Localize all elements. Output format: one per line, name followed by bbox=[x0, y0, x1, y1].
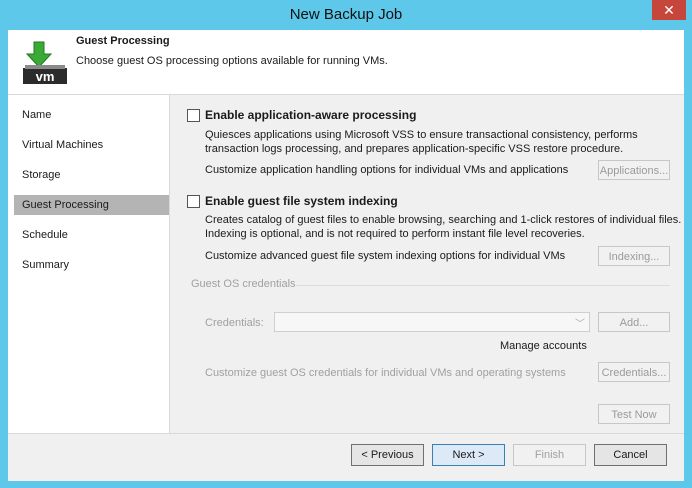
indexing-desc-line1: Creates catalog of guest files to enable… bbox=[205, 214, 682, 226]
step-summary[interactable]: Summary bbox=[14, 255, 169, 275]
window-frame-bottom bbox=[0, 480, 692, 488]
close-button[interactable]: ✕ bbox=[652, 0, 686, 20]
page-title: Guest Processing bbox=[76, 35, 170, 47]
vm-download-icon: vm bbox=[20, 40, 70, 86]
close-icon: ✕ bbox=[663, 2, 675, 18]
window-frame-right bbox=[684, 30, 692, 488]
vm-label: vm bbox=[36, 69, 55, 84]
step-schedule[interactable]: Schedule bbox=[14, 225, 169, 245]
app-aware-checkbox[interactable] bbox=[187, 109, 200, 122]
app-aware-customize-text: Customize application handling options f… bbox=[205, 164, 569, 176]
app-aware-label[interactable]: Enable application-aware processing bbox=[205, 108, 416, 122]
credentials-customize-text: Customize guest OS credentials for indiv… bbox=[205, 367, 566, 379]
title-bar: New Backup Job ✕ bbox=[0, 0, 692, 30]
page-subtitle: Choose guest OS processing options avail… bbox=[76, 55, 388, 67]
previous-button[interactable]: < Previous bbox=[351, 444, 424, 466]
group-divider bbox=[296, 285, 670, 286]
credentials-button[interactable]: Credentials... bbox=[598, 362, 670, 382]
applications-button[interactable]: Applications... bbox=[598, 160, 670, 180]
step-guest-processing[interactable]: Guest Processing bbox=[14, 195, 169, 215]
finish-button[interactable]: Finish bbox=[513, 444, 586, 466]
add-credentials-button[interactable]: Add... bbox=[598, 312, 670, 332]
window-frame-left bbox=[0, 30, 8, 488]
guest-os-credentials-group-label: Guest OS credentials bbox=[191, 278, 296, 290]
indexing-checkbox[interactable] bbox=[187, 195, 200, 208]
test-now-button[interactable]: Test Now bbox=[598, 404, 670, 424]
app-aware-desc-line2: transaction logs processing, and prepare… bbox=[205, 143, 624, 155]
step-name[interactable]: Name bbox=[14, 105, 169, 125]
indexing-desc-line2: Indexing is optional, and is not require… bbox=[205, 228, 585, 240]
credentials-dropdown[interactable]: ﹀ bbox=[274, 312, 590, 332]
manage-accounts-link[interactable]: Manage accounts bbox=[500, 339, 587, 353]
credentials-label: Credentials: bbox=[205, 317, 264, 329]
app-aware-desc-line1: Quiesces applications using Microsoft VS… bbox=[205, 129, 638, 141]
indexing-customize-text: Customize advanced guest file system ind… bbox=[205, 250, 566, 262]
cancel-button[interactable]: Cancel bbox=[594, 444, 667, 466]
wizard-steps: Name Virtual Machines Storage Guest Proc… bbox=[8, 95, 170, 433]
window-title: New Backup Job bbox=[289, 6, 403, 23]
step-virtual-machines[interactable]: Virtual Machines bbox=[14, 135, 169, 155]
indexing-label[interactable]: Enable guest file system indexing bbox=[205, 194, 398, 208]
next-button[interactable]: Next > bbox=[432, 444, 505, 466]
indexing-button[interactable]: Indexing... bbox=[598, 246, 670, 266]
wizard-header: vm Guest Processing Choose guest OS proc… bbox=[8, 30, 684, 95]
step-storage[interactable]: Storage bbox=[14, 165, 169, 185]
chevron-down-icon: ﹀ bbox=[575, 319, 585, 330]
